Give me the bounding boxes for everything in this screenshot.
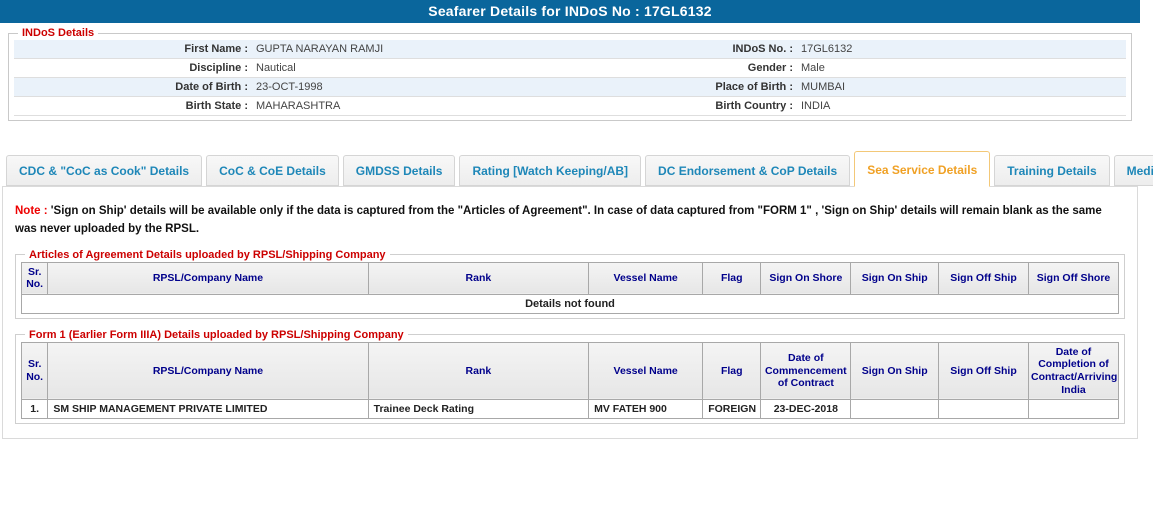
cell-completion-date	[1028, 399, 1119, 420]
indos-row-birth: Date of Birth : 23-OCT-1998 Place of Bir…	[14, 78, 1126, 97]
col-rpsl-company: RPSL/Company Name	[47, 341, 369, 401]
col-commencement-date: Date of Commencement of Contract	[760, 341, 852, 401]
articles-header-row: Sr. No. RPSL/Company Name Rank Vessel Na…	[20, 261, 1119, 295]
tab-dc-endorsement-cop[interactable]: DC Endorsement & CoP Details	[645, 155, 851, 186]
page-title: Seafarer Details for INDoS No : 17GL6132	[0, 0, 1140, 23]
indos-no-value: 17GL6132	[801, 43, 853, 55]
cell-sign-on-ship	[850, 399, 940, 420]
col-sign-off-ship: Sign Off Ship	[938, 261, 1029, 295]
form1-header-row: Sr. No. RPSL/Company Name Rank Vessel Na…	[20, 341, 1119, 401]
col-rank: Rank	[367, 341, 590, 401]
gender-label: Gender :	[747, 62, 793, 74]
col-flag: Flag	[702, 341, 762, 401]
tab-training[interactable]: Training Details	[994, 155, 1110, 186]
tab-sea-service[interactable]: Sea Service Details	[854, 151, 991, 187]
cell-sign-off-ship	[938, 399, 1029, 420]
indos-row-discipline: Discipline : Nautical Gender : Male	[14, 59, 1126, 78]
tab-medical-fitness[interactable]: Medical Fitness Certificate	[1113, 155, 1153, 186]
note-text: 'Sign on Ship' details will be available…	[15, 205, 1102, 235]
indos-details-legend: INDoS Details	[22, 27, 95, 39]
tab-cdc-coc-as-cook[interactable]: CDC & "CoC as Cook" Details	[6, 155, 203, 186]
col-sign-on-ship: Sign On Ship	[850, 341, 940, 401]
note-prefix: Note :	[15, 205, 48, 217]
form1-fieldset: Form 1 (Earlier Form IIIA) Details uploa…	[15, 328, 1125, 425]
col-rank: Rank	[367, 261, 590, 295]
birth-country-value: INDIA	[801, 100, 831, 112]
form1-legend: Form 1 (Earlier Form IIIA) Details uploa…	[29, 328, 404, 341]
cell-commencement-date: 23-DEC-2018	[760, 399, 852, 420]
col-vessel-name: Vessel Name	[588, 341, 704, 401]
col-sign-on-shore: Sign On Shore	[760, 261, 852, 295]
dob-value: 23-OCT-1998	[256, 81, 323, 93]
gender-value: Male	[801, 62, 825, 74]
cell-company: SM SHIP MANAGEMENT PRIVATE LIMITED	[47, 399, 369, 420]
dob-label: Date of Birth :	[175, 81, 248, 93]
articles-of-agreement-fieldset: Articles of Agreement Details uploaded b…	[15, 248, 1125, 319]
place-of-birth-value: MUMBAI	[801, 81, 845, 93]
cell-rank: Trainee Deck Rating	[367, 399, 590, 420]
details-tabstrip: CDC & "CoC as Cook" Details CoC & CoE De…	[0, 151, 1153, 187]
form1-data-row: 1. SM SHIP MANAGEMENT PRIVATE LIMITED Tr…	[20, 399, 1119, 420]
articles-of-agreement-table: Sr. No. RPSL/Company Name Rank Vessel Na…	[20, 261, 1119, 314]
indos-row-name: First Name : GUPTA NARAYAN RAMJI INDoS N…	[14, 40, 1126, 59]
articles-empty-row: Details not found	[21, 293, 1119, 314]
col-completion-date: Date of Completion of Contract/Arriving …	[1028, 341, 1119, 401]
cell-vessel: MV FATEH 900	[588, 399, 704, 420]
tab-gmdss[interactable]: GMDSS Details	[342, 155, 456, 186]
col-vessel-name: Vessel Name	[588, 261, 704, 295]
tab-coc-coe[interactable]: CoC & CoE Details	[206, 155, 339, 186]
cell-flag: FOREIGN	[702, 399, 762, 420]
form1-table: Sr. No. RPSL/Company Name Rank Vessel Na…	[20, 341, 1119, 420]
col-flag: Flag	[702, 261, 762, 295]
first-name-value: GUPTA NARAYAN RAMJI	[256, 43, 384, 55]
details-not-found-message: Details not found	[21, 293, 1119, 314]
tab-rating-watch-keeping[interactable]: Rating [Watch Keeping/AB]	[459, 155, 642, 186]
discipline-label: Discipline :	[189, 62, 248, 74]
col-rpsl-company: RPSL/Company Name	[47, 261, 369, 295]
first-name-label: First Name :	[184, 43, 248, 55]
col-sign-off-shore: Sign Off Shore	[1028, 261, 1119, 295]
indos-row-state: Birth State : MAHARASHTRA Birth Country …	[14, 97, 1126, 116]
indos-no-label: INDoS No. :	[732, 43, 794, 55]
seafarer-details-page: Seafarer Details for INDoS No : 17GL6132…	[0, 0, 1153, 440]
col-sr-no: Sr. No.	[20, 341, 49, 401]
birth-country-label: Birth Country :	[715, 100, 793, 112]
birth-state-label: Birth State :	[185, 100, 248, 112]
indos-details-fieldset: INDoS Details First Name : GUPTA NARAYAN…	[8, 27, 1132, 121]
discipline-value: Nautical	[256, 62, 296, 74]
birth-state-value: MAHARASHTRA	[256, 100, 341, 112]
col-sign-off-ship: Sign Off Ship	[938, 341, 1029, 401]
sea-service-panel: Note : 'Sign on Ship' details will be av…	[2, 186, 1138, 440]
place-of-birth-label: Place of Birth :	[715, 81, 793, 93]
sign-on-ship-note: Note : 'Sign on Ship' details will be av…	[15, 203, 1125, 239]
articles-of-agreement-legend: Articles of Agreement Details uploaded b…	[29, 248, 386, 261]
col-sign-on-ship: Sign On Ship	[850, 261, 940, 295]
col-sr-no: Sr. No.	[20, 261, 49, 295]
cell-sr-no: 1.	[20, 399, 49, 420]
